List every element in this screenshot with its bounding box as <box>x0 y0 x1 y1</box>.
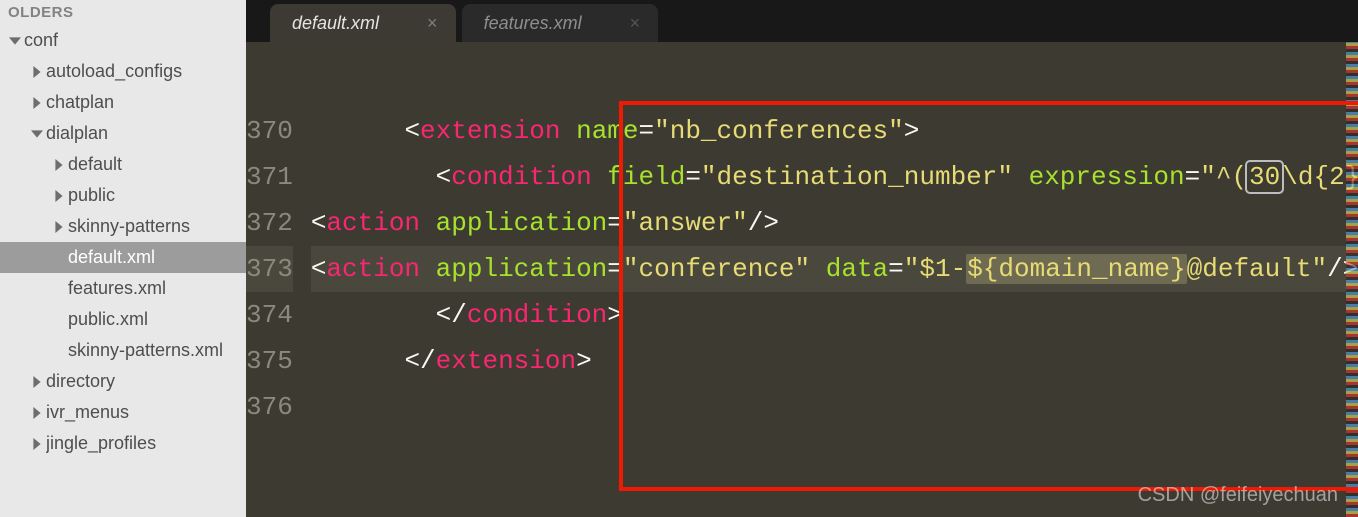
spacer-icon <box>50 280 68 298</box>
line-number: 376 <box>246 384 293 430</box>
tree-item[interactable]: directory <box>0 366 246 397</box>
chevron-right-icon[interactable] <box>28 404 46 422</box>
tree-item[interactable]: public.xml <box>0 304 246 335</box>
chevron-right-icon[interactable] <box>28 63 46 81</box>
spacer-icon <box>50 311 68 329</box>
tree-item-label: jingle_profiles <box>46 433 156 454</box>
tree-item[interactable]: default.xml <box>0 242 246 273</box>
tree-item-label: autoload_configs <box>46 61 182 82</box>
chevron-down-icon[interactable] <box>6 32 24 50</box>
watermark-text: CSDN @feifeiyechuan <box>1138 484 1338 507</box>
line-number: 375 <box>246 338 293 384</box>
tab-label: default.xml <box>292 13 379 34</box>
chevron-right-icon[interactable] <box>50 187 68 205</box>
tree-item-label: features.xml <box>68 278 166 299</box>
tree-item[interactable]: ivr_menus <box>0 397 246 428</box>
chevron-down-icon[interactable] <box>28 125 46 143</box>
tree-item-label: public.xml <box>68 309 148 330</box>
tree-item-label: ivr_menus <box>46 402 129 423</box>
spacer-icon <box>50 249 68 267</box>
line-number: 371 <box>246 154 293 200</box>
tree-item-label: dialplan <box>46 123 108 144</box>
tree-item-label: skinny-patterns <box>68 216 190 237</box>
chevron-right-icon[interactable] <box>28 94 46 112</box>
line-number-gutter: 370371372373374375376 <box>246 42 311 517</box>
tree-item-label: chatplan <box>46 92 114 113</box>
editor-tab[interactable]: default.xml × <box>270 4 456 42</box>
code-area[interactable]: <extension name="nb_conferences"> <condi… <box>311 42 1358 517</box>
line-number: 373 <box>246 246 293 292</box>
chevron-right-icon[interactable] <box>28 373 46 391</box>
code-line[interactable]: <extension name="nb_conferences"> <box>311 108 1358 154</box>
tree-item[interactable]: dialplan <box>0 118 246 149</box>
tree-item[interactable]: jingle_profiles <box>0 428 246 459</box>
tree-item[interactable]: conf <box>0 25 246 56</box>
code-line[interactable]: </condition> <box>311 292 1358 338</box>
editor-tab[interactable]: features.xml × <box>462 4 659 42</box>
minimap-strip <box>1346 42 1358 517</box>
sidebar-header: OLDERS <box>0 0 246 25</box>
tree-item[interactable]: skinny-patterns <box>0 211 246 242</box>
close-icon[interactable]: × <box>427 13 438 34</box>
tree-item[interactable]: default <box>0 149 246 180</box>
chevron-right-icon[interactable] <box>50 218 68 236</box>
sidebar: OLDERS conf autoload_configs chatplan dialp… <box>0 0 246 517</box>
folder-tree: conf autoload_configs chatplan dialplan defa… <box>0 25 246 459</box>
line-number: 372 <box>246 200 293 246</box>
tree-item-label: conf <box>24 30 58 51</box>
code-line[interactable] <box>311 384 1358 430</box>
tree-item[interactable]: chatplan <box>0 87 246 118</box>
app-root: OLDERS conf autoload_configs chatplan dialp… <box>0 0 1358 517</box>
code-line[interactable]: <condition field="destination_number" ex… <box>311 154 1358 200</box>
tree-item-label: public <box>68 185 115 206</box>
editor-area: default.xml×features.xml× 37037137237337… <box>246 0 1358 517</box>
chevron-right-icon[interactable] <box>50 156 68 174</box>
tree-item-label: skinny-patterns.xml <box>68 340 223 361</box>
line-number: 374 <box>246 292 293 338</box>
tree-item[interactable]: public <box>0 180 246 211</box>
tab-bar: default.xml × features.xml × <box>246 0 1358 42</box>
tree-item-label: default.xml <box>68 247 155 268</box>
code-line[interactable]: <action application="conference" data="$… <box>311 246 1358 292</box>
chevron-right-icon[interactable] <box>28 435 46 453</box>
tree-item-label: default <box>68 154 122 175</box>
spacer-icon <box>50 342 68 360</box>
editor-body: 370371372373374375376 <extension name="n… <box>246 42 1358 517</box>
line-number: 370 <box>246 108 293 154</box>
code-line[interactable]: <action application="answer"/> <box>311 200 1358 246</box>
tab-label: features.xml <box>484 13 582 34</box>
tree-item-label: directory <box>46 371 115 392</box>
close-icon[interactable]: × <box>630 13 641 34</box>
tree-item[interactable]: features.xml <box>0 273 246 304</box>
tree-item[interactable]: autoload_configs <box>0 56 246 87</box>
tree-item[interactable]: skinny-patterns.xml <box>0 335 246 366</box>
code-line[interactable]: </extension> <box>311 338 1358 384</box>
